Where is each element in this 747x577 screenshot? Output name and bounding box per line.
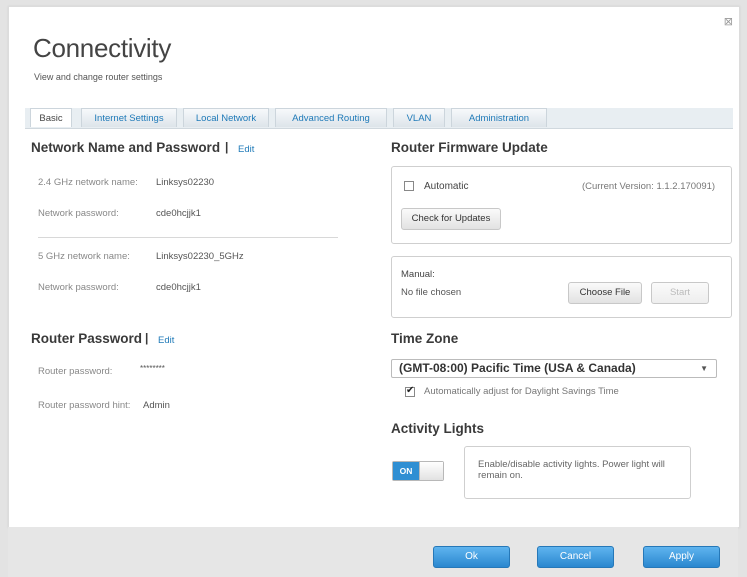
- router-password-hint-label: Router password hint:: [38, 400, 131, 411]
- choose-file-button[interactable]: Choose File: [568, 282, 642, 304]
- band5-password-label: Network password:: [38, 282, 119, 293]
- band24-name-value: Linksys02230: [156, 177, 215, 188]
- band5-password-value: cde0hcjjk1: [156, 282, 201, 293]
- timezone-selected-value: (GMT-08:00) Pacific Time (USA & Canada): [399, 361, 636, 375]
- network-separator: |: [225, 140, 229, 154]
- router-password-value: ********: [140, 364, 165, 373]
- tab-basic[interactable]: Basic: [30, 108, 72, 127]
- network-edit-link[interactable]: Edit: [238, 144, 254, 155]
- band5-name-label: 5 GHz network name:: [38, 251, 130, 262]
- router-password-hint-value: Admin: [143, 400, 170, 411]
- manual-label: Manual:: [401, 269, 435, 280]
- router-password-edit-link[interactable]: Edit: [158, 335, 174, 346]
- toggle-knob: [419, 462, 443, 480]
- check-for-updates-button[interactable]: Check for Updates: [401, 208, 501, 230]
- chevron-down-icon: ▼: [700, 364, 708, 373]
- network-section-heading: Network Name and Password: [31, 140, 221, 155]
- current-version-text: (Current Version: 1.1.2.170091): [582, 181, 716, 192]
- timezone-heading: Time Zone: [391, 331, 459, 346]
- file-chosen-status: No file chosen: [401, 287, 462, 298]
- activity-lights-heading: Activity Lights: [391, 421, 485, 436]
- band5-name-value: Linksys02230_5GHz: [156, 251, 244, 262]
- tab-bar: Basic Internet Settings Local Network Ad…: [25, 108, 733, 129]
- router-password-heading: Router Password: [31, 331, 143, 346]
- dst-label: Automatically adjust for Daylight Saving…: [424, 386, 619, 397]
- tab-local-network[interactable]: Local Network: [183, 108, 269, 127]
- timezone-select[interactable]: (GMT-08:00) Pacific Time (USA & Canada) …: [391, 359, 717, 378]
- band24-password-label: Network password:: [38, 208, 119, 219]
- automatic-checkbox[interactable]: [404, 181, 414, 191]
- start-button[interactable]: Start: [651, 282, 709, 304]
- page-subtitle: View and change router settings: [34, 72, 163, 82]
- router-password-separator: |: [145, 331, 149, 345]
- band24-name-label: 2.4 GHz network name:: [38, 177, 138, 188]
- tab-administration[interactable]: Administration: [451, 108, 547, 127]
- ok-button[interactable]: Ok: [433, 546, 510, 568]
- activity-lights-description: Enable/disable activity lights. Power li…: [478, 459, 665, 481]
- firmware-auto-box: [391, 166, 732, 244]
- band24-password-value: cde0hcjjk1: [156, 208, 201, 219]
- close-icon[interactable]: ⊠: [724, 15, 733, 28]
- automatic-label: Automatic: [424, 181, 469, 192]
- tab-vlan[interactable]: VLAN: [393, 108, 445, 127]
- footer-bar: [8, 527, 738, 577]
- page-title: Connectivity: [33, 33, 172, 63]
- cancel-button[interactable]: Cancel: [537, 546, 614, 568]
- tab-advanced-routing[interactable]: Advanced Routing: [275, 108, 387, 127]
- dst-checkbox[interactable]: [405, 385, 415, 397]
- network-divider: [38, 237, 338, 238]
- toggle-on-label: ON: [393, 462, 419, 480]
- router-password-label: Router password:: [38, 366, 113, 377]
- activity-lights-toggle[interactable]: ON: [392, 461, 444, 481]
- tab-internet-settings[interactable]: Internet Settings: [81, 108, 177, 127]
- apply-button[interactable]: Apply: [643, 546, 720, 568]
- firmware-heading: Router Firmware Update: [391, 140, 548, 155]
